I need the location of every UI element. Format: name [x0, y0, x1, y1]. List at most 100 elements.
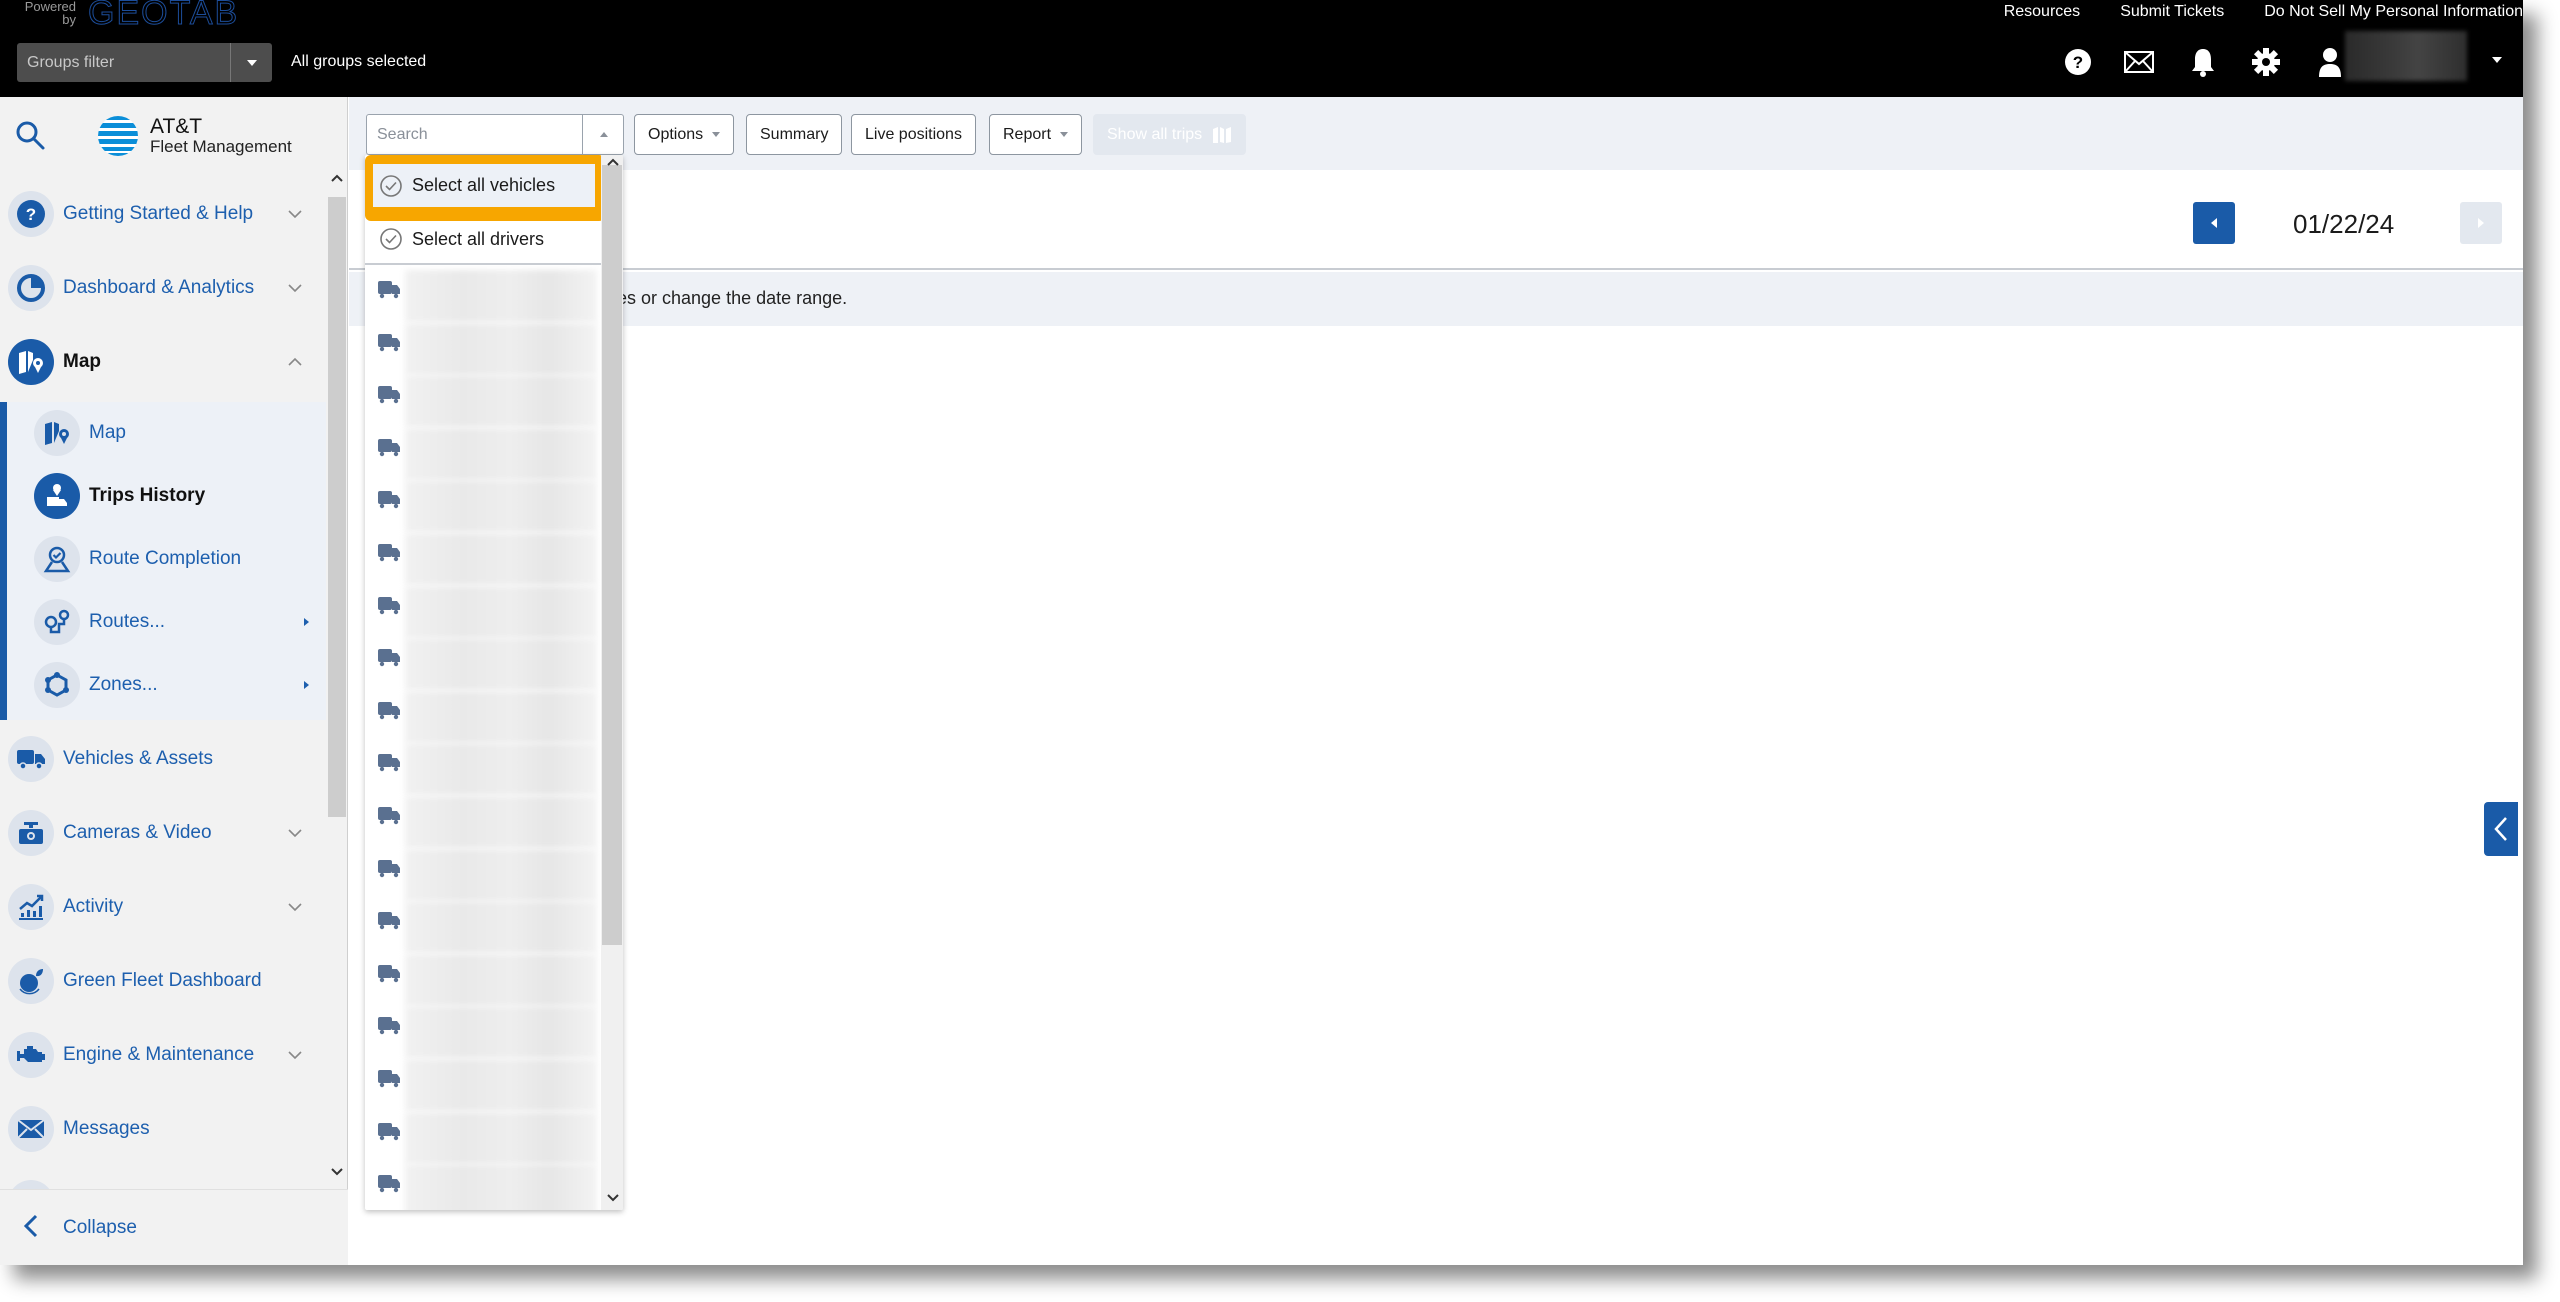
vehicle-search-input[interactable]: Search: [366, 114, 624, 155]
submenu-item-trips-history[interactable]: Trips History: [7, 465, 326, 527]
notifications-button[interactable]: [2187, 46, 2219, 78]
brand-subtitle: Fleet Management: [150, 137, 292, 156]
select-all-vehicles-option[interactable]: Select all vehicles: [373, 164, 595, 207]
truck-icon: [378, 912, 400, 930]
vehicle-list-item[interactable]: [365, 480, 601, 535]
vehicle-list-item[interactable]: [365, 322, 601, 378]
vehicle-list-item[interactable]: [365, 375, 601, 430]
check-circle-icon: [380, 174, 402, 197]
sidebar-item-messages[interactable]: Messages: [0, 1094, 326, 1164]
previous-date-button[interactable]: [2193, 202, 2235, 244]
sidebar-item-getting-started[interactable]: ? Getting Started & Help: [0, 179, 326, 249]
sidebar-item-map[interactable]: Map: [0, 327, 326, 397]
vehicle-list-item[interactable]: [365, 533, 601, 588]
scroll-down-icon[interactable]: [330, 1167, 344, 1177]
vehicle-list-item[interactable]: [365, 848, 601, 904]
vehicle-list-item[interactable]: [365, 953, 601, 1009]
sidebar-item-engine-maintenance[interactable]: Engine & Maintenance: [0, 1020, 326, 1090]
groups-filter-dropdown-button[interactable]: [230, 43, 272, 82]
chevron-up-icon: [288, 357, 302, 366]
main-content: Search Options Summary Live positions Re…: [349, 97, 2523, 1265]
vehicle-list-item[interactable]: [365, 427, 601, 483]
vehicle-list-item[interactable]: [365, 638, 601, 693]
submenu-item-route-completion[interactable]: Route Completion: [7, 528, 326, 590]
map-icon: [8, 339, 54, 385]
scroll-up-icon[interactable]: [330, 173, 344, 183]
summary-button[interactable]: Summary: [746, 114, 843, 155]
vehicle-list-item[interactable]: [365, 796, 601, 851]
select-all-drivers-option[interactable]: Select all drivers: [365, 213, 601, 265]
option-label: Select all drivers: [412, 228, 545, 249]
truck-icon: [378, 438, 400, 456]
sidebar-item-label: Cameras & Video: [63, 822, 212, 843]
messages-button[interactable]: [2123, 46, 2155, 78]
submenu-item-map[interactable]: Map: [7, 402, 326, 464]
help-button[interactable]: ?: [2062, 46, 2094, 78]
scroll-down-icon[interactable]: [606, 1193, 620, 1203]
sidebar-item-cameras-video[interactable]: Cameras & Video: [0, 798, 326, 868]
sidebar-item-dashboard-analytics[interactable]: Dashboard & Analytics: [0, 253, 326, 323]
user-caret-icon[interactable]: [2492, 57, 2502, 63]
vehicle-name-redacted: [405, 1164, 597, 1210]
truck-icon: [378, 386, 400, 404]
groups-filter[interactable]: Groups filter: [17, 43, 272, 82]
resources-link[interactable]: Resources: [2004, 2, 2080, 22]
submenu-item-label: Trips History: [89, 485, 206, 506]
report-button[interactable]: Report: [989, 114, 1083, 155]
caret-down-icon: [712, 132, 721, 137]
options-button[interactable]: Options: [634, 114, 735, 155]
vehicle-list-item[interactable]: [365, 585, 601, 641]
vehicle-list-item[interactable]: [365, 1059, 601, 1114]
sidebar-item-activity[interactable]: Activity: [0, 872, 326, 942]
sidebar-item-rules-groups[interactable]: Rules & Groups: [0, 1168, 326, 1189]
sidebar-scrollbar-thumb[interactable]: [328, 197, 346, 817]
submenu-item-zones[interactable]: Zones...: [7, 654, 326, 716]
submit-tickets-link[interactable]: Submit Tickets: [2120, 2, 2224, 22]
groups-filter-input[interactable]: Groups filter: [17, 43, 230, 82]
collapse-sidebar-button[interactable]: Collapse: [0, 1189, 348, 1265]
next-date-button[interactable]: [2460, 202, 2502, 244]
chevron-down-icon: [288, 903, 302, 912]
truck-icon: [378, 544, 400, 562]
do-not-sell-link[interactable]: Do Not Sell My Personal Information: [2264, 2, 2523, 22]
settings-button[interactable]: [2250, 46, 2282, 78]
vehicle-list-item[interactable]: [365, 1164, 601, 1210]
vehicle-list-item[interactable]: [365, 901, 601, 956]
show-all-trips-button[interactable]: Show all trips: [1093, 114, 1247, 155]
vehicle-list-item[interactable]: [365, 1006, 601, 1061]
user-menu-button[interactable]: [2314, 46, 2346, 78]
engine-icon: [8, 1032, 54, 1078]
expand-panel-button[interactable]: [2484, 802, 2518, 856]
pie-chart-icon: [8, 265, 54, 311]
geotab-logo: GEOTAB: [87, 0, 240, 32]
caret-up-icon[interactable]: [600, 132, 608, 137]
dropdown-scrollbar-thumb[interactable]: [602, 165, 622, 945]
user-name-redacted[interactable]: [2345, 31, 2467, 81]
sidebar-item-green-fleet-dashboard[interactable]: Green Fleet Dashboard: [0, 946, 326, 1016]
summary-label: Summary: [760, 125, 829, 143]
vehicle-name-redacted: [405, 375, 597, 428]
options-label: Options: [648, 125, 704, 143]
current-date[interactable]: 01/22/24: [2293, 209, 2394, 240]
mail-icon: [2124, 51, 2154, 73]
scroll-up-icon[interactable]: [606, 157, 620, 167]
zones-icon: [34, 662, 80, 708]
truck-icon: [8, 736, 54, 782]
vehicle-list-item[interactable]: [365, 690, 601, 746]
routes-icon: [34, 599, 80, 645]
vehicle-list-item[interactable]: [365, 743, 601, 798]
submenu-item-routes[interactable]: Routes...: [7, 591, 326, 653]
search-divider: [582, 115, 583, 154]
vehicle-list-item[interactable]: [365, 1111, 601, 1167]
show-all-trips-label: Show all trips: [1107, 125, 1203, 143]
truck-icon: [378, 1122, 400, 1140]
truck-icon: [378, 1070, 400, 1088]
vehicle-list-item[interactable]: [365, 270, 601, 325]
top-bar: Powered by GEOTAB Groups filter All grou…: [0, 0, 2523, 97]
help-icon: ?: [8, 191, 54, 237]
svg-text:?: ?: [2073, 53, 2083, 72]
sidebar-search-button[interactable]: [14, 119, 46, 156]
truck-icon: [378, 859, 400, 877]
live-positions-button[interactable]: Live positions: [851, 114, 976, 155]
sidebar-item-vehicles-assets[interactable]: Vehicles & Assets: [0, 724, 326, 794]
